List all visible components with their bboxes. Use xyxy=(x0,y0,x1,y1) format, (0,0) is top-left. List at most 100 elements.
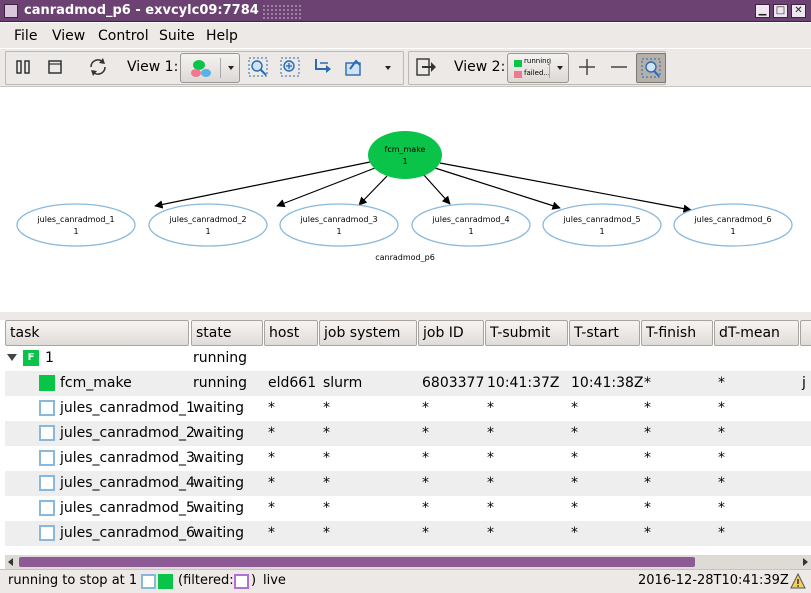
table-row[interactable]: jules_canradmod_2 waiting * * * * * * * xyxy=(5,421,811,446)
node-jules-canradmod-2[interactable]: jules_canradmod_2 1 xyxy=(148,203,268,247)
cell-dt-mean: * xyxy=(718,525,725,541)
waiting-state-icon xyxy=(141,574,156,589)
menu-suite[interactable]: Suite xyxy=(159,28,195,44)
dropdown-icon[interactable] xyxy=(385,66,391,70)
table-row[interactable]: jules_canradmod_6 waiting * * * * * * * xyxy=(5,521,811,546)
scroll-left-icon[interactable] xyxy=(8,558,13,566)
menu-view[interactable]: View xyxy=(52,28,85,44)
node-jules-canradmod-1[interactable]: jules_canradmod_1 1 xyxy=(16,203,136,247)
cell-task: jules_canradmod_3 xyxy=(60,450,195,466)
table-row-family[interactable]: F 1 running xyxy=(5,346,811,371)
minimize-button[interactable]: ▁ xyxy=(755,4,770,18)
suite-label: canradmod_p6 xyxy=(375,253,435,262)
cell-dt-mean: * xyxy=(718,475,725,491)
node-jules-canradmod-5[interactable]: jules_canradmod_5 1 xyxy=(542,203,662,247)
node-fcm-make[interactable]: fcm_make 1 xyxy=(368,131,442,179)
table-row[interactable]: jules_canradmod_3 waiting * * * * * * * xyxy=(5,446,811,471)
dot-graph-icon xyxy=(191,60,211,77)
cell-host: * xyxy=(268,475,275,491)
table-row[interactable]: fcm_make running eld661 slurm 6803377 10… xyxy=(5,371,811,396)
cell-host: eld661 xyxy=(268,375,317,391)
status-bar: running to stop at 1 (filtered: ) live 2… xyxy=(0,569,811,593)
column-state[interactable]: state xyxy=(191,320,263,346)
state-waiting-icon xyxy=(39,525,55,541)
state-waiting-icon xyxy=(39,475,55,491)
column-job-id[interactable]: job ID xyxy=(418,320,484,346)
zoom-in-icon[interactable] xyxy=(278,55,302,79)
zoom-fit-icon[interactable] xyxy=(246,55,270,79)
title-bar[interactable]: canradmod_p6 - exvcylc09:7784 ▁ □ ✕ xyxy=(0,0,811,22)
family-name: 1 xyxy=(45,350,54,366)
menu-file[interactable]: File xyxy=(14,28,37,44)
navigate-icon[interactable] xyxy=(310,55,334,79)
edge-to-jules-6 xyxy=(439,162,692,213)
cell-t-finish: * xyxy=(644,500,651,516)
switch-view-icon[interactable] xyxy=(414,55,438,79)
cell-task: jules_canradmod_1 xyxy=(60,400,195,416)
table-row[interactable]: jules_canradmod_4 waiting * * * * * * * xyxy=(5,471,811,496)
cell-t-submit: * xyxy=(487,400,494,416)
cell-job-id: * xyxy=(422,500,429,516)
maximize-button[interactable]: □ xyxy=(773,4,788,18)
cell-t-finish: * xyxy=(644,425,651,441)
column-host[interactable]: host xyxy=(264,320,318,346)
column-job-system[interactable]: job system xyxy=(319,320,417,346)
column-t-submit[interactable]: T-submit xyxy=(485,320,568,346)
view2-selector[interactable]: running failed... xyxy=(507,53,569,83)
chevron-down-icon xyxy=(557,66,563,70)
pane-splitter[interactable] xyxy=(0,312,811,320)
column-dt-mean[interactable]: dT-mean xyxy=(714,320,799,346)
node-jules-canradmod-4[interactable]: jules_canradmod_4 1 xyxy=(411,203,531,247)
view2-label: View 2: xyxy=(454,59,506,75)
node-name: jules_canradmod_6 xyxy=(693,215,771,224)
pause-icon[interactable] xyxy=(11,55,35,79)
cell-t-start: * xyxy=(571,525,578,541)
cell-state: waiting xyxy=(193,400,245,416)
close-button[interactable]: ✕ xyxy=(791,4,806,18)
menu-control[interactable]: Control xyxy=(98,28,149,44)
node-jules-canradmod-3[interactable]: jules_canradmod_3 1 xyxy=(279,203,399,247)
cell-job-id: 6803377 xyxy=(422,375,485,391)
node-cycle: 1 xyxy=(73,227,78,236)
cell-host: * xyxy=(268,525,275,541)
menu-bar: File View Control Suite Help xyxy=(0,23,811,48)
edge-to-jules-1 xyxy=(154,161,371,209)
running-state-icon xyxy=(158,574,173,589)
node-cycle: 1 xyxy=(402,157,407,166)
cell-job-id: * xyxy=(422,425,429,441)
table-row[interactable]: jules_canradmod_5 waiting * * * * * * * xyxy=(5,496,811,521)
filter-state-icon[interactable] xyxy=(234,574,249,589)
table-row[interactable]: jules_canradmod_1 waiting * * * * * * * xyxy=(5,396,811,421)
horizontal-scrollbar[interactable] xyxy=(5,555,811,569)
node-jules-canradmod-6[interactable]: jules_canradmod_6 1 xyxy=(673,203,793,247)
cell-host: * xyxy=(268,450,275,466)
column-task[interactable]: task xyxy=(5,320,189,346)
cell-t-finish: * xyxy=(644,375,651,391)
graph-view[interactable]: fcm_make 1 jules_canradmod_1 1 jules_can… xyxy=(5,88,811,312)
cell-t-submit: * xyxy=(487,450,494,466)
scrollbar-thumb[interactable] xyxy=(19,557,695,567)
edge-to-jules-4 xyxy=(422,173,451,205)
table-header: task state host job system job ID T-subm… xyxy=(5,320,811,346)
warning-icon[interactable] xyxy=(790,573,806,589)
window-menu-icon[interactable] xyxy=(4,4,18,18)
node-cycle: 1 xyxy=(468,227,473,236)
cell-t-finish: * xyxy=(644,475,651,491)
stop-icon[interactable] xyxy=(43,55,67,79)
column-t-start[interactable]: T-start xyxy=(569,320,640,346)
column-t-finish[interactable]: T-finish xyxy=(641,320,713,346)
plus-icon[interactable] xyxy=(575,55,599,79)
filtered-close: ) xyxy=(251,573,257,588)
menu-help[interactable]: Help xyxy=(206,28,238,44)
scroll-right-icon[interactable] xyxy=(803,558,808,566)
dependency-graph: fcm_make 1 jules_canradmod_1 1 jules_can… xyxy=(16,131,793,262)
view1-selector[interactable] xyxy=(180,53,240,83)
graph-view-toggle[interactable] xyxy=(636,53,666,83)
minus-icon[interactable] xyxy=(607,55,631,79)
expander-icon[interactable] xyxy=(7,354,17,361)
refresh-icon[interactable] xyxy=(86,55,110,79)
column-extra[interactable] xyxy=(800,320,811,346)
state-running-icon xyxy=(39,375,55,391)
legend-running: running xyxy=(524,57,552,65)
toggle-icon[interactable] xyxy=(342,55,366,79)
